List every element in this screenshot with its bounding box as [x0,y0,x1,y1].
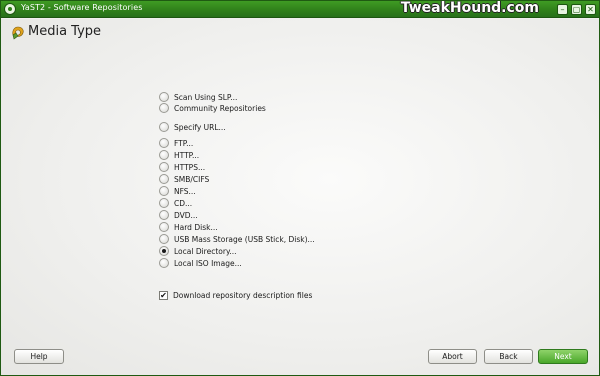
close-icon[interactable]: ✕ [585,4,596,15]
media-option-radio[interactable] [159,174,169,184]
page-title: Media Type [28,24,102,39]
media-option[interactable]: CD... [159,197,192,209]
media-option-label: NFS... [174,186,196,196]
media-option-label: CD... [174,198,193,208]
window-title: YaST2 - Software Repositories [21,3,143,12]
media-option[interactable]: Community Repositories [159,102,266,114]
back-button[interactable]: Back [484,349,533,364]
media-option[interactable]: Local ISO Image... [159,257,242,269]
media-option-radio[interactable] [159,186,169,196]
media-option-label: SMB/CIFS [174,174,210,184]
media-option[interactable]: DVD... [159,209,198,221]
media-option-label: USB Mass Storage (USB Stick, Disk)... [174,234,315,244]
media-option[interactable]: Specify URL... [159,121,226,133]
yast-window: YaST2 - Software Repositories TweakHound… [0,0,600,376]
media-option-radio[interactable] [159,162,169,172]
media-option-radio[interactable] [159,138,169,148]
media-option-label: Local Directory... [174,246,237,256]
media-option[interactable]: USB Mass Storage (USB Stick, Disk)... [159,233,315,245]
media-option-radio[interactable] [159,122,169,132]
media-option-radio[interactable] [159,246,169,256]
media-option-label: Local ISO Image... [174,258,242,268]
media-option-radio[interactable] [159,103,169,113]
yast-app-icon [4,3,16,15]
media-option[interactable]: NFS... [159,185,196,197]
media-option-label: DVD... [174,210,198,220]
abort-button[interactable]: Abort [428,349,477,364]
media-option[interactable]: HTTPS... [159,161,205,173]
main-content: Media Type Scan Using SLP... Community Re… [1,19,599,375]
media-option-radio[interactable] [159,258,169,268]
download-description-label: Download repository description files [173,290,313,300]
media-type-icon [12,26,24,40]
help-button[interactable]: Help [14,349,64,364]
media-option[interactable]: Hard Disk... [159,221,218,233]
media-option-label: Scan Using SLP... [174,92,238,102]
media-option-label: FTP... [174,138,194,148]
title-bar[interactable]: YaST2 - Software Repositories TweakHound… [1,1,599,18]
media-option-label: Specify URL... [174,122,226,132]
media-option-radio[interactable] [159,234,169,244]
media-option-radio[interactable] [159,198,169,208]
media-option-radio[interactable] [159,222,169,232]
media-option[interactable]: HTTP... [159,149,199,161]
media-option[interactable]: Local Directory... [159,245,236,257]
media-option-label: HTTPS... [174,162,206,172]
next-button[interactable]: Next [538,349,588,364]
media-option-radio[interactable] [159,92,169,102]
media-option-label: Community Repositories [174,103,266,113]
media-option-radio[interactable] [159,150,169,160]
download-description-checkbox[interactable]: ✔ [159,290,168,300]
media-option-radio[interactable] [159,210,169,220]
maximize-icon[interactable]: ▢ [571,4,582,15]
media-option-label: HTTP... [174,150,200,160]
media-option-label: Hard Disk... [174,222,218,232]
media-option[interactable]: FTP... [159,137,193,149]
watermark-text: TweakHound.com [400,0,539,16]
download-description-option[interactable]: ✔ Download repository description files [159,289,312,301]
minimize-icon[interactable]: – [557,4,568,15]
media-option[interactable]: SMB/CIFS [159,173,209,185]
